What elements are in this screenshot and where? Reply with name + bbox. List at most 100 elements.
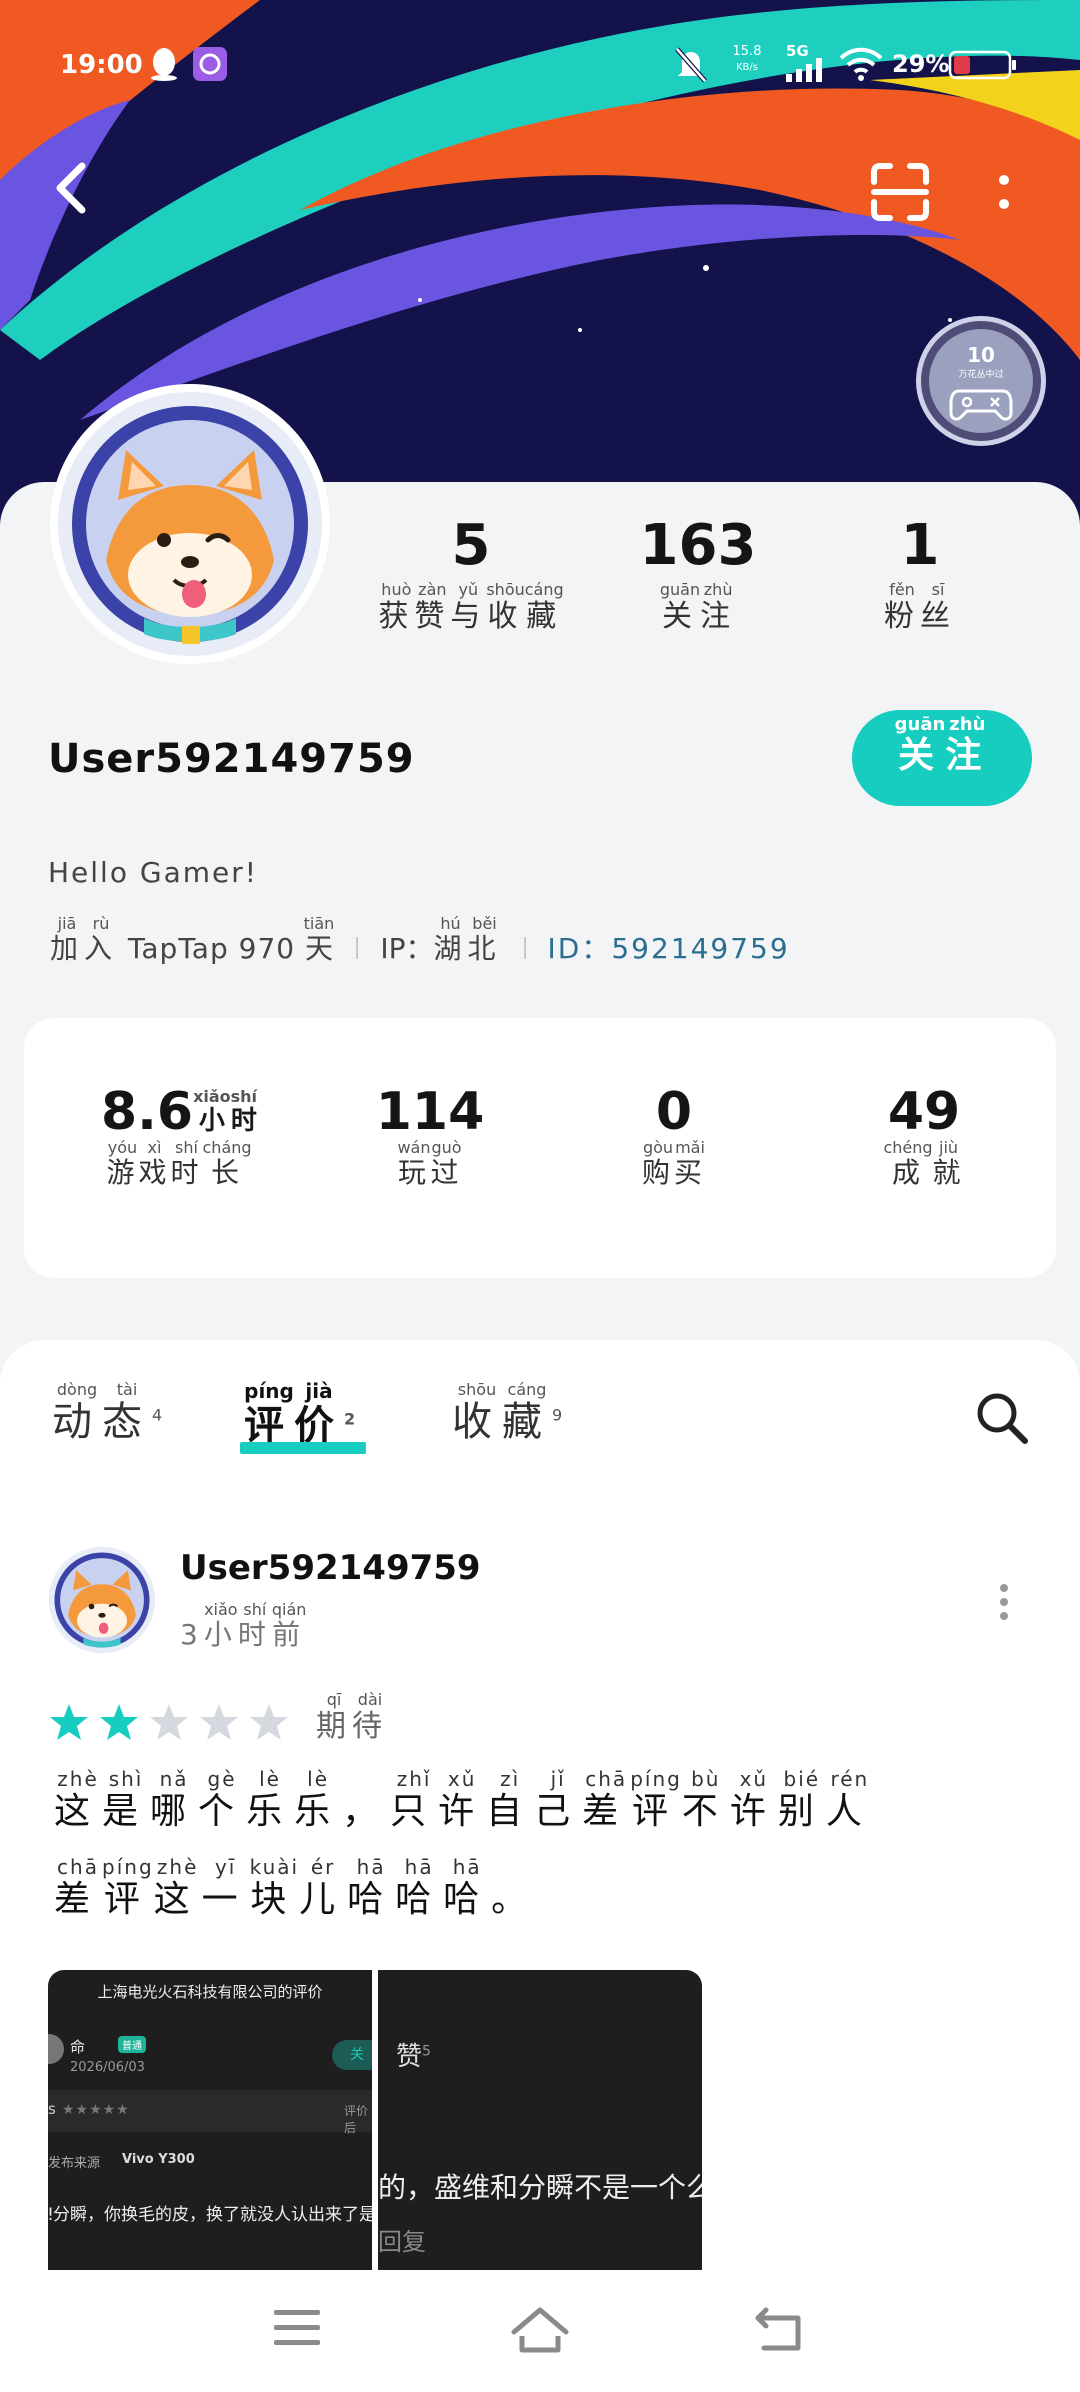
- review-image-1[interactable]: 上海电光火石科技有限公司的评价 命 普通 2026/06/03 关 s ★★★★…: [48, 1970, 372, 2270]
- stat-label: 关guān注zhù: [659, 580, 737, 634]
- screenshot-reply: 回复: [378, 2228, 426, 2256]
- game-stat-value: 49: [887, 1082, 961, 1142]
- badge-text: 万花丛中过: [958, 370, 1004, 380]
- join-prefix: 加jiā入rù: [50, 914, 119, 965]
- review-image-2[interactable]: 赞5 的，盛维和分瞬不是一个么 回复: [378, 1970, 702, 2270]
- tab-favorites[interactable]: 收shōu藏cáng9: [452, 1380, 563, 1447]
- meta-divider: [523, 937, 526, 959]
- stat-label: 粉fěn丝sī: [884, 580, 956, 634]
- star-filled-icon: [50, 1704, 88, 1740]
- screenshot-tag: 普通: [118, 2036, 146, 2053]
- home-icon: [511, 2307, 569, 2353]
- gamepad-icon: [949, 389, 1013, 421]
- screenshot-like-count: 5: [422, 2043, 431, 2060]
- post-username[interactable]: User592149759: [180, 1548, 481, 1588]
- search-icon: [977, 1393, 1028, 1444]
- scan-icon: [871, 163, 929, 221]
- stat-value: 1: [900, 513, 940, 578]
- ip-location: IP：湖hú北běi: [380, 914, 502, 967]
- screenshot-avatar: [48, 2034, 64, 2064]
- tab-count: 4: [152, 1405, 163, 1425]
- join-days-value: TapTap 970: [118, 932, 305, 965]
- stat-play-time[interactable]: 8.6小xiǎo时shí 游yóu戏xì时shí长cháng: [84, 1084, 274, 1191]
- profile-username: User592149759: [48, 736, 415, 782]
- stat-value: 5: [451, 513, 491, 578]
- system-nav-bar: [0, 2270, 1080, 2392]
- home-button[interactable]: [510, 2306, 570, 2360]
- game-stat-value: 8.6: [100, 1082, 194, 1142]
- net-speed-unit: KB/s: [736, 62, 758, 73]
- game-stat-label: 游yóu戏xì时shí长cháng: [106, 1138, 252, 1189]
- stat-played[interactable]: 114 玩wán过guò: [360, 1084, 500, 1191]
- screenshot-rating-prefix: s: [48, 2100, 56, 2118]
- screenshot-name: 命: [70, 2038, 86, 2056]
- screenshot-device: Vivo Y300: [122, 2152, 195, 2167]
- ip-label: IP：: [380, 932, 434, 965]
- game-stat-value: 114: [375, 1082, 485, 1142]
- profile-bio: Hello Gamer!: [48, 856, 258, 889]
- menu-icon: [274, 2310, 320, 2345]
- stat-label: 获huò赞zàn与yǔ收shōu藏cáng: [378, 580, 564, 634]
- review-text: 这zhè是shì哪nǎ个gè乐lè乐lè，只zhǐ许xǔ自zì己jǐ差chā评p…: [54, 1767, 1014, 1944]
- game-stat-label: 成chéng就jiù: [883, 1138, 965, 1189]
- review-text-line: 差chā评píng这zhè一yī块kuài儿ér哈hā哈hā哈hā。: [54, 1855, 540, 1920]
- tab-count: 2: [344, 1409, 356, 1429]
- screenshot-like-label: 赞: [396, 2042, 423, 2072]
- achievement-badge[interactable]: 10 万花丛中过: [916, 316, 1046, 446]
- rating-stars: [48, 1702, 290, 1742]
- stat-value: 163: [639, 513, 757, 578]
- tab-moments[interactable]: 动dòng态tài4: [52, 1380, 163, 1447]
- active-tab-indicator: [240, 1442, 366, 1454]
- badge-number: 10: [967, 343, 995, 367]
- screenshot-date: 2026/06/03: [70, 2060, 145, 2075]
- tab-count: 9: [552, 1405, 563, 1425]
- game-stat-unit: 小xiǎo时shí: [193, 1087, 258, 1136]
- status-time: 19:00: [60, 50, 143, 80]
- more-vertical-icon: [999, 175, 1009, 209]
- post-more-button[interactable]: [996, 1582, 1012, 1622]
- menu-button[interactable]: [272, 2306, 324, 2354]
- battery-percent: 29%: [892, 50, 950, 78]
- screenshot-follow: 关: [332, 2040, 372, 2070]
- screenshot-text: ǃ分瞬，你换毛的皮，换了就没人认出来了是: [48, 2205, 372, 2225]
- stat-purchased[interactable]: 0 购gòu买mǎi: [614, 1084, 734, 1191]
- stat-achievements[interactable]: 49 成chéng就jiù: [864, 1084, 984, 1191]
- screenshot-rating-bar: s ★★★★★ 评价后: [48, 2090, 372, 2135]
- join-suffix: 天tiān: [303, 914, 335, 965]
- back-arrow-icon: [56, 162, 86, 214]
- star-empty-icon: [250, 1704, 288, 1740]
- stat-likes-favorites[interactable]: 5 获huò赞zàn与yǔ收shōu藏cáng: [376, 514, 566, 635]
- tab-label: 动dòng态tài: [52, 1380, 152, 1445]
- screenshot-like: 赞5: [396, 2036, 431, 2073]
- follow-button-label: 关guān注zhù: [894, 714, 990, 776]
- post-time: 3小xiǎo时shí前qián: [180, 1600, 307, 1653]
- screenshot-rating-text: 评价后: [344, 2104, 369, 2135]
- system-back-button[interactable]: [754, 2306, 806, 2358]
- post-avatar[interactable]: [48, 1546, 156, 1654]
- rating-label: 期qī待dài: [316, 1690, 388, 1744]
- stat-followers[interactable]: 1 粉fěn丝sī: [840, 514, 1000, 635]
- user-id[interactable]: ID：592149759: [548, 927, 790, 967]
- screenshot-stars: ★★★★★: [62, 2102, 130, 2118]
- ip-value: 湖hú北běi: [433, 914, 502, 965]
- profile-meta: 加jiā入rù TapTap 970 天tiān IP：湖hú北běi ID：5…: [50, 914, 790, 967]
- post-time-unit: 小xiǎo时shí前qián: [203, 1600, 307, 1651]
- search-button[interactable]: [974, 1390, 1030, 1450]
- game-stats-card: 8.6小xiǎo时shí 游yóu戏xì时shí长cháng 114 玩wán过…: [24, 1018, 1056, 1278]
- net-speed: 15.8 KB/s: [730, 44, 764, 76]
- follow-button[interactable]: 关guān注zhù: [852, 710, 1032, 806]
- net-speed-value: 15.8: [732, 44, 762, 59]
- join-days: 加jiā入rù TapTap 970 天tiān: [50, 914, 335, 967]
- status-bar: 19:00 15.8 KB/s 5G 29%: [0, 40, 1080, 96]
- tab-label: 收shōu藏cáng: [452, 1380, 552, 1445]
- screenshot-header: 上海电光火石科技有限公司的评价: [97, 1983, 323, 2001]
- shiba-avatar-image: [58, 392, 322, 656]
- profile-avatar[interactable]: [50, 384, 330, 664]
- stat-following[interactable]: 163 关guān注zhù: [618, 514, 778, 635]
- tab-reviews[interactable]: 评píng价jià2: [244, 1379, 356, 1451]
- post-time-number: 3: [180, 1618, 204, 1651]
- content-panel: 动dòng态tài4 评píng价jià2 收shōu藏cáng9 User59…: [0, 1340, 1080, 2392]
- game-stat-label: 购gòu买mǎi: [641, 1138, 707, 1189]
- game-stat-label: 玩wán过guò: [397, 1138, 463, 1189]
- screenshot-text: 的，盛维和分瞬不是一个么: [378, 2171, 702, 2204]
